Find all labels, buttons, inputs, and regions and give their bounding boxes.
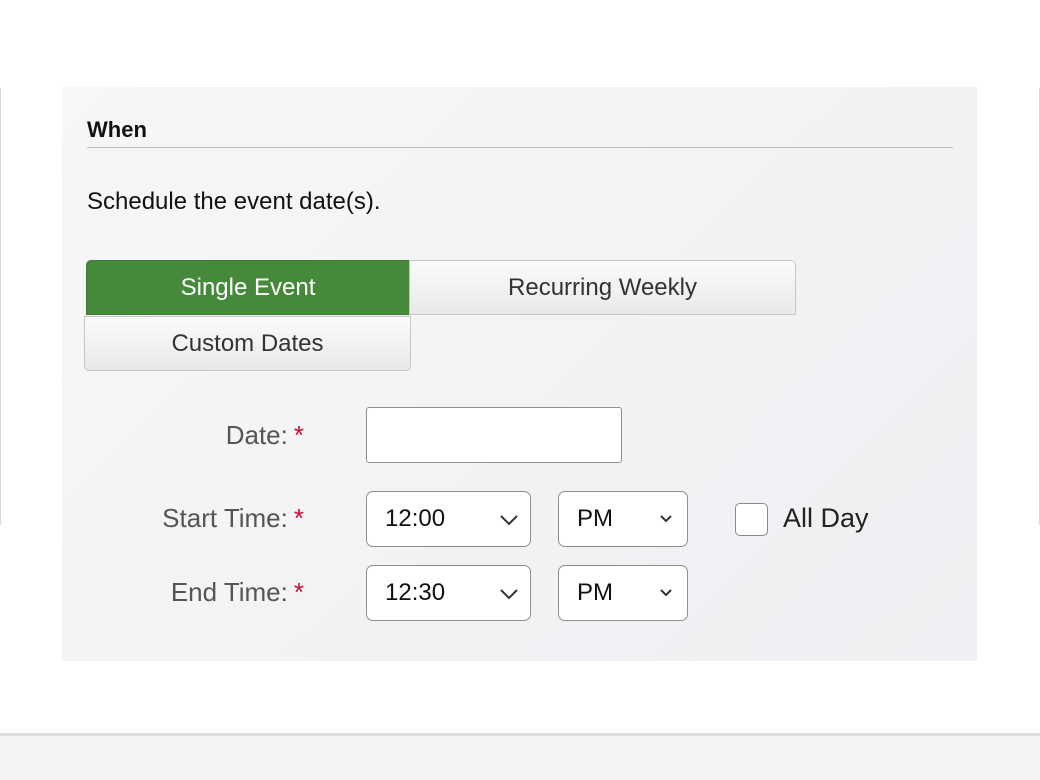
start-ampm-value: PM (577, 505, 613, 532)
tab-single-event[interactable]: Single Event (86, 260, 410, 315)
tab-custom-dates[interactable]: Custom Dates (84, 316, 411, 371)
all-day-checkbox[interactable] (735, 503, 768, 536)
required-marker: * (293, 420, 304, 450)
end-time-label: End Time: * (84, 577, 304, 608)
end-ampm-select[interactable]: PM (558, 565, 688, 621)
end-ampm-value: PM (577, 579, 613, 606)
chevron-down-icon (660, 589, 672, 597)
end-time-value: 12:30 (385, 579, 446, 606)
section-intro: Schedule the event date(s). (87, 188, 381, 215)
chevron-down-icon (500, 515, 518, 526)
chevron-down-icon (500, 589, 518, 600)
date-input[interactable] (366, 407, 622, 463)
start-ampm-select[interactable]: PM (558, 491, 688, 547)
page: When Schedule the event date(s). Single … (0, 0, 1040, 780)
start-time-select[interactable]: 12:00 (366, 491, 531, 547)
start-time-label-text: Start Time: (162, 503, 288, 533)
chevron-down-icon (660, 515, 672, 523)
start-time-value: 12:00 (385, 505, 446, 532)
date-label-text: Date: (225, 420, 288, 450)
end-time-select[interactable]: 12:30 (366, 565, 531, 621)
all-day-label[interactable]: All Day (783, 503, 869, 534)
required-marker: * (293, 503, 304, 533)
required-marker: * (293, 577, 304, 607)
when-panel: When Schedule the event date(s). Single … (62, 87, 977, 661)
footer-bar (0, 736, 1040, 780)
left-border (0, 88, 1, 525)
date-label: Date: * (84, 420, 304, 451)
end-time-label-text: End Time: (170, 577, 288, 607)
start-time-label: Start Time: * (84, 503, 304, 534)
section-title: When (87, 117, 147, 142)
section-divider (87, 147, 953, 148)
tab-recurring-weekly[interactable]: Recurring Weekly (409, 260, 796, 315)
